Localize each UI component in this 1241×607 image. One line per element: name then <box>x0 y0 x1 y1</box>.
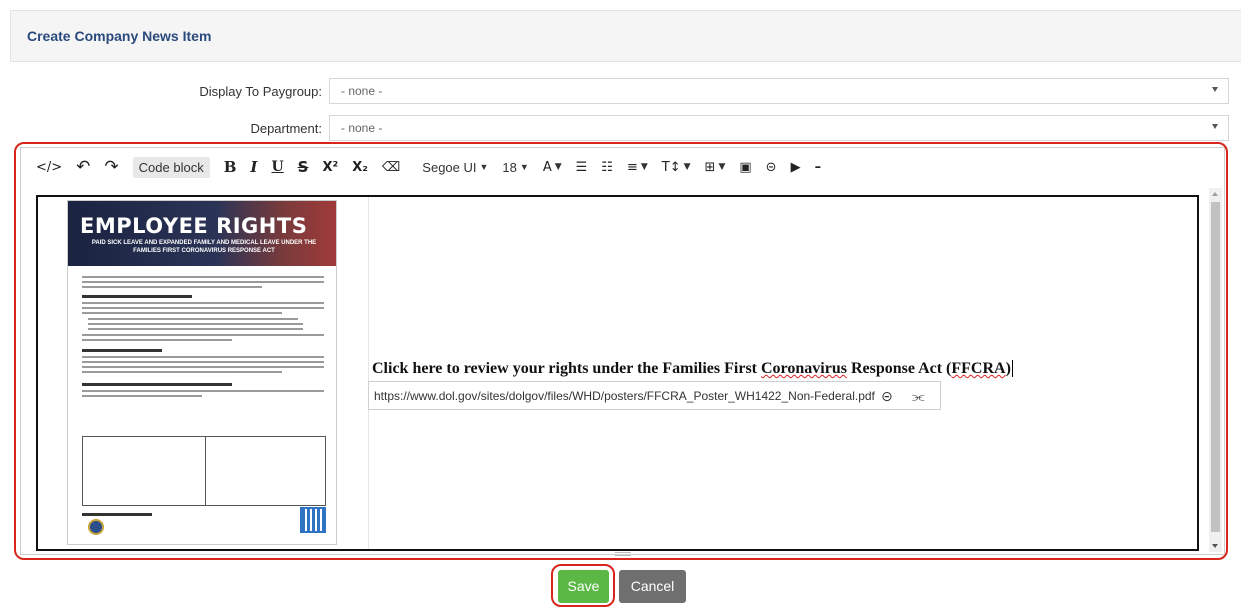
panel-header: Create Company News Item <box>10 10 1241 62</box>
editor-highlight-annotation <box>14 142 1228 560</box>
paygroup-select-value: - none - <box>341 84 383 98</box>
chevron-down-icon <box>1212 124 1218 129</box>
paygroup-select[interactable]: - none - <box>329 78 1229 104</box>
cancel-button[interactable]: Cancel <box>619 570 686 603</box>
save-button[interactable]: Save <box>558 570 609 603</box>
department-label: Department: <box>250 121 322 136</box>
department-select-value: - none - <box>341 121 383 135</box>
department-select[interactable]: - none - <box>329 115 1229 141</box>
chevron-down-icon <box>1212 87 1218 92</box>
page-title: Create Company News Item <box>27 28 212 44</box>
paygroup-label: Display To Paygroup: <box>199 84 322 99</box>
